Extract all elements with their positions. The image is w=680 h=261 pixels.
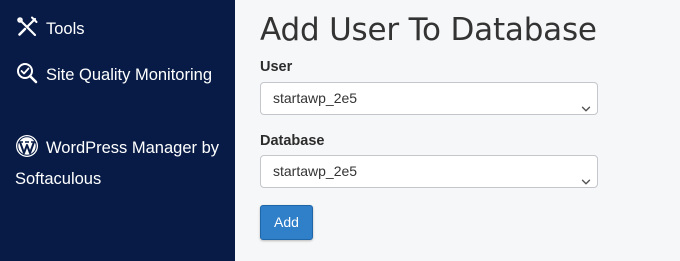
add-button[interactable]: Add — [260, 205, 313, 240]
site-quality-icon — [15, 61, 39, 85]
wordpress-icon — [15, 134, 39, 158]
tools-icon — [15, 15, 39, 39]
sidebar-item-wordpress-manager[interactable]: WordPress Manager by Softaculous — [15, 133, 227, 195]
sidebar-item-tools[interactable]: Tools — [15, 14, 227, 45]
page-title: Add User To Database — [260, 12, 597, 48]
sidebar: Tools Site Quality Monitoring WordPress … — [0, 0, 235, 261]
database-select[interactable]: startawp_2e5 — [260, 155, 598, 188]
user-label: User — [260, 59, 293, 75]
sidebar-item-label: Tools — [46, 20, 85, 38]
sidebar-item-label: WordPress Manager by Softaculous — [15, 139, 220, 188]
chevron-down-icon — [581, 167, 591, 185]
database-label: Database — [260, 133, 325, 149]
user-select-value: startawp_2e5 — [273, 90, 358, 106]
sidebar-item-site-quality-monitoring[interactable]: Site Quality Monitoring — [15, 60, 227, 91]
chevron-down-icon — [581, 94, 591, 112]
database-select-value: startawp_2e5 — [273, 163, 358, 179]
user-select[interactable]: startawp_2e5 — [260, 82, 598, 115]
main-content: Add User To Database User startawp_2e5 D… — [235, 0, 680, 261]
sidebar-item-label: Site Quality Monitoring — [46, 66, 212, 84]
